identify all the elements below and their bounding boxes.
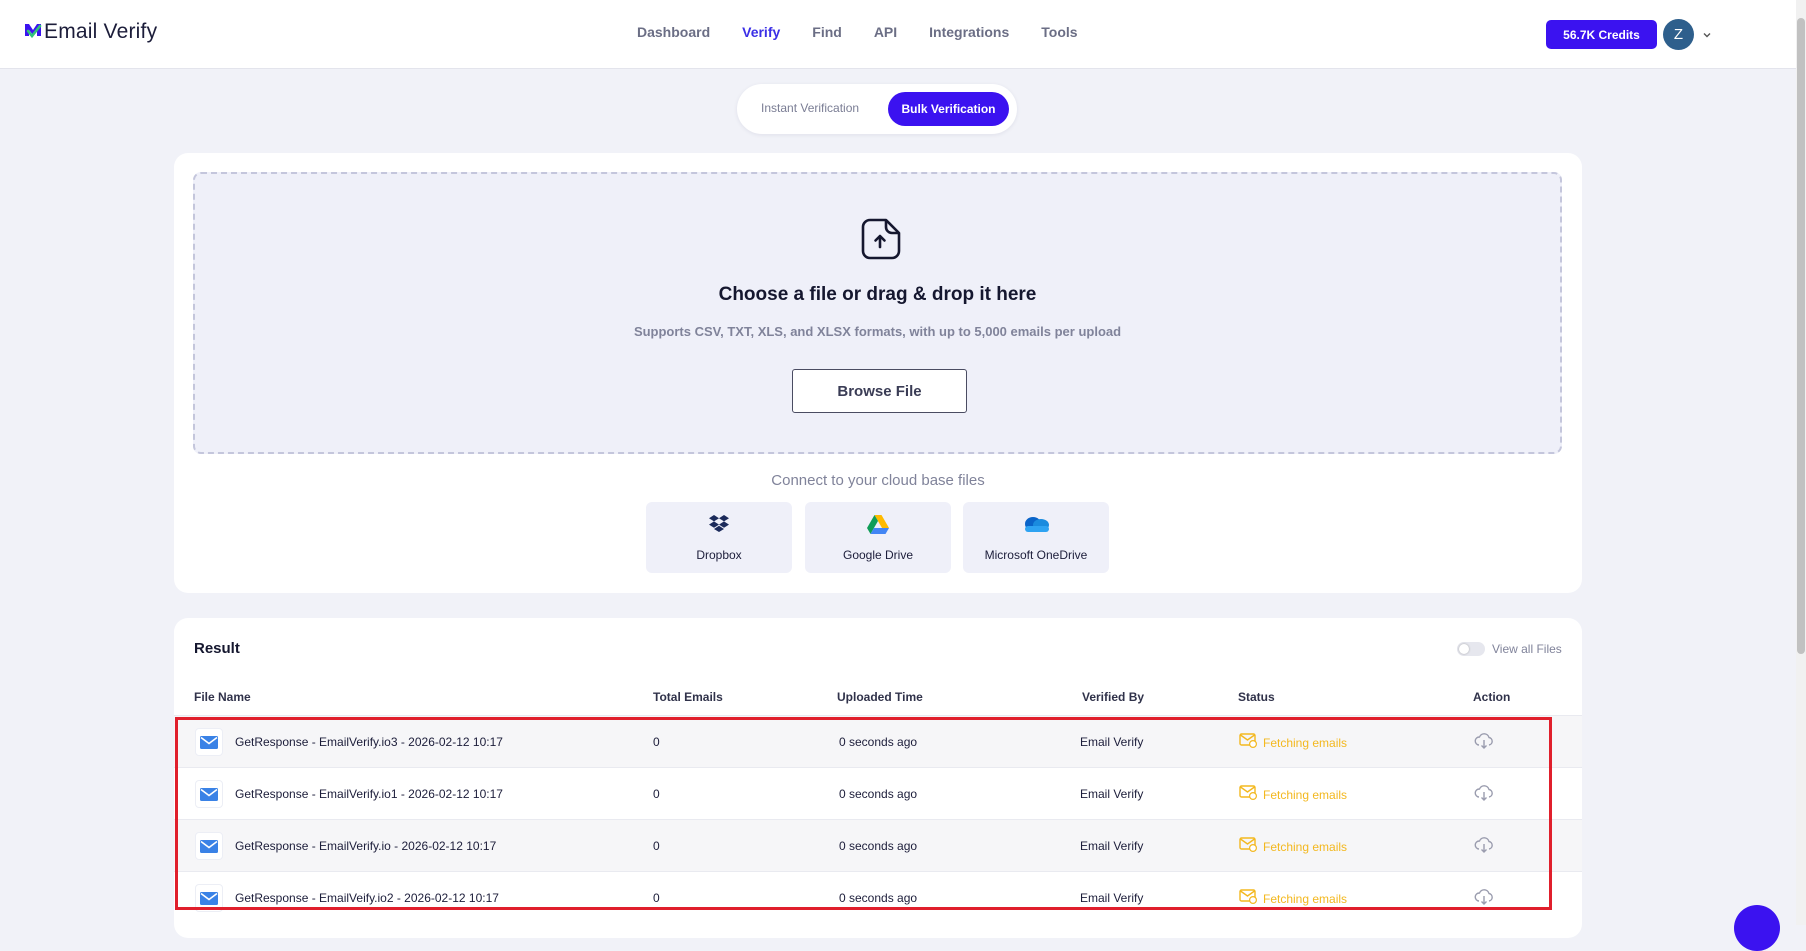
mail-icon xyxy=(195,884,223,912)
status-text: Fetching emails xyxy=(1263,839,1348,854)
status-text: Fetching emails xyxy=(1263,735,1348,750)
column-header-status: Status xyxy=(1238,690,1275,704)
main-nav: Dashboard Verify Find API Integrations T… xyxy=(637,24,1110,40)
avatar[interactable]: Z xyxy=(1663,19,1694,50)
uploaded-time: 0 seconds ago xyxy=(839,839,918,853)
logo-text: Email Verify xyxy=(44,20,158,43)
chevron-down-icon[interactable] xyxy=(1702,27,1712,45)
table-row[interactable]: GetResponse - EmailVerify.io - 2026-02-1… xyxy=(174,819,1582,871)
dropzone-title: Choose a file or drag & drop it here xyxy=(718,284,1037,305)
dropbox-button[interactable]: Dropbox xyxy=(646,502,792,573)
total-emails: 0 xyxy=(653,891,660,905)
result-card: Result View all Files File Name Total Em… xyxy=(174,618,1582,938)
nav-verify[interactable]: Verify xyxy=(742,24,780,40)
nav-integrations[interactable]: Integrations xyxy=(929,24,1009,40)
mail-icon xyxy=(195,832,223,860)
logo-mark-icon xyxy=(24,21,42,44)
google-drive-icon xyxy=(867,514,889,539)
status-text: Fetching emails xyxy=(1263,787,1348,802)
table-row[interactable]: GetResponse - EmailVeify.io2 - 2026-02-1… xyxy=(174,871,1582,923)
table-row[interactable]: GetResponse - EmailVerify.io1 - 2026-02-… xyxy=(174,767,1582,819)
status-badge: Fetching emails xyxy=(1239,784,1347,805)
status-badge: Fetching emails xyxy=(1239,836,1347,857)
logo[interactable]: Email Verify xyxy=(24,20,157,44)
onedrive-label: Microsoft OneDrive xyxy=(984,548,1088,562)
dropbox-icon xyxy=(709,514,729,537)
top-header: Email Verify Dashboard Verify Find API I… xyxy=(0,0,1796,69)
verified-by: Email Verify xyxy=(1080,735,1144,749)
total-emails: 0 xyxy=(653,735,660,749)
column-header-verified-by: Verified By xyxy=(1082,690,1145,704)
file-upload-icon xyxy=(860,217,902,266)
total-emails: 0 xyxy=(653,787,660,801)
nav-tools[interactable]: Tools xyxy=(1041,24,1077,40)
envelope-clock-icon xyxy=(1239,732,1258,753)
cloud-download-icon[interactable] xyxy=(1474,732,1494,755)
envelope-clock-icon xyxy=(1239,836,1258,857)
column-header-total-emails: Total Emails xyxy=(653,690,723,704)
view-all-toggle[interactable] xyxy=(1457,642,1485,656)
table-row[interactable]: GetResponse - EmailVerify.io3 - 2026-02-… xyxy=(174,715,1582,767)
onedrive-button[interactable]: Microsoft OneDrive xyxy=(963,502,1109,573)
mail-icon xyxy=(195,780,223,808)
view-all-label: View all Files xyxy=(1492,642,1562,656)
verified-by: Email Verify xyxy=(1080,787,1144,801)
column-header-file-name: File Name xyxy=(194,690,251,704)
verification-mode-toggle: Instant Verification Bulk Verification xyxy=(737,84,1017,134)
file-dropzone[interactable]: Choose a file or drag & drop it here Sup… xyxy=(193,172,1562,454)
verified-by: Email Verify xyxy=(1080,839,1144,853)
nav-find[interactable]: Find xyxy=(812,24,842,40)
dropbox-label: Dropbox xyxy=(696,548,742,562)
status-badge: Fetching emails xyxy=(1239,888,1347,909)
file-name: GetResponse - EmailVeify.io2 - 2026-02-1… xyxy=(235,891,499,905)
cloud-download-icon[interactable] xyxy=(1474,888,1494,911)
uploaded-time: 0 seconds ago xyxy=(839,891,918,905)
file-name: GetResponse - EmailVerify.io - 2026-02-1… xyxy=(235,839,497,853)
tab-bulk-verification[interactable]: Bulk Verification xyxy=(888,92,1009,126)
cloud-download-icon[interactable] xyxy=(1474,784,1494,807)
upload-card: Choose a file or drag & drop it here Sup… xyxy=(174,153,1582,593)
total-emails: 0 xyxy=(653,839,660,853)
cloud-connect-label: Connect to your cloud base files xyxy=(771,472,985,489)
browse-file-button[interactable]: Browse File xyxy=(792,369,967,413)
envelope-clock-icon xyxy=(1239,888,1258,909)
dropzone-subtitle: Supports CSV, TXT, XLS, and XLSX formats… xyxy=(633,324,1122,339)
google-drive-button[interactable]: Google Drive xyxy=(805,502,951,573)
envelope-clock-icon xyxy=(1239,784,1258,805)
file-name: GetResponse - EmailVerify.io3 - 2026-02-… xyxy=(235,735,503,749)
chat-widget-button[interactable] xyxy=(1734,905,1780,951)
column-header-action: Action xyxy=(1473,690,1511,704)
cloud-download-icon[interactable] xyxy=(1474,836,1494,859)
google-drive-label: Google Drive xyxy=(842,548,914,562)
result-title: Result xyxy=(194,640,240,657)
column-header-uploaded-time: Uploaded Time xyxy=(837,690,923,704)
file-name: GetResponse - EmailVerify.io1 - 2026-02-… xyxy=(235,787,503,801)
status-text: Fetching emails xyxy=(1263,891,1348,906)
status-badge: Fetching emails xyxy=(1239,732,1347,753)
onedrive-icon xyxy=(1021,514,1051,539)
tab-instant-verification[interactable]: Instant Verification xyxy=(761,101,859,115)
nav-dashboard[interactable]: Dashboard xyxy=(637,24,710,40)
uploaded-time: 0 seconds ago xyxy=(839,735,918,749)
scrollbar-thumb[interactable] xyxy=(1797,18,1805,654)
view-all-files: View all Files xyxy=(1457,642,1562,656)
credits-button[interactable]: 56.7K Credits xyxy=(1546,20,1657,49)
uploaded-time: 0 seconds ago xyxy=(839,787,918,801)
mail-icon xyxy=(195,728,223,756)
nav-api[interactable]: API xyxy=(874,24,897,40)
verified-by: Email Verify xyxy=(1080,891,1144,905)
